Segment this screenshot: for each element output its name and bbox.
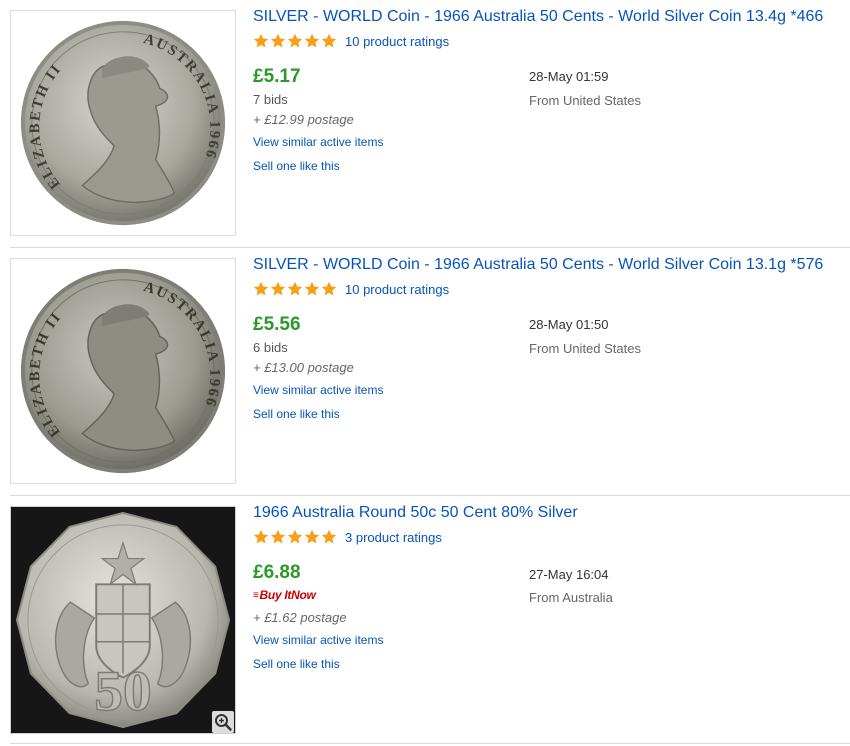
star-icon (304, 33, 320, 48)
end-date: 28-May 01:59 (529, 69, 609, 84)
bid-count: 7 bids (253, 92, 288, 107)
product-ratings-link[interactable]: 10 product ratings (345, 34, 449, 49)
item-location: From United States (529, 341, 641, 356)
sell-one-like-this-link[interactable]: Sell one like this (253, 657, 340, 671)
listing-image-2[interactable]: ELIZABETH II AUSTRALIA 1966 (10, 258, 236, 484)
listing-divider (10, 495, 850, 496)
star-rating[interactable] (253, 529, 337, 545)
coin-obverse-image: ELIZABETH II AUSTRALIA 1966 (20, 20, 226, 226)
star-icon (270, 281, 286, 296)
star-icon (253, 281, 269, 296)
star-rating[interactable] (253, 281, 337, 297)
postage-cost: + £13.00 postage (253, 360, 354, 375)
postage-cost: + £12.99 postage (253, 112, 354, 127)
coin-obverse-image: ELIZABETH II AUSTRALIA 1966 (20, 268, 226, 474)
magnifier-zoom-icon (215, 714, 232, 731)
listing-title-1[interactable]: SILVER - WORLD Coin - 1966 Australia 50 … (253, 8, 823, 26)
view-similar-link[interactable]: View similar active items (253, 135, 383, 149)
star-icon (321, 529, 337, 544)
coin-reverse-image: 50 (11, 507, 235, 733)
star-icon (321, 33, 337, 48)
star-icon (270, 529, 286, 544)
star-icon (321, 281, 337, 296)
bid-count: 6 bids (253, 340, 288, 355)
end-date: 28-May 01:50 (529, 317, 609, 332)
now-label: Now (291, 588, 316, 602)
listing-divider (10, 247, 850, 248)
rating-row-1: 10 product ratings (253, 32, 449, 50)
item-location: From Australia (529, 590, 613, 605)
sell-one-like-this-link[interactable]: Sell one like this (253, 407, 340, 421)
price: £5.17 (253, 66, 301, 87)
star-icon (253, 529, 269, 544)
end-date: 27-May 16:04 (529, 567, 609, 582)
price: £6.88 (253, 562, 301, 583)
view-similar-link[interactable]: View similar active items (253, 633, 383, 647)
star-icon (304, 529, 320, 544)
buy-it-now-icon: ≡ (253, 589, 259, 601)
star-icon (287, 33, 303, 48)
star-icon (253, 33, 269, 48)
coin-denomination: 50 (94, 660, 151, 723)
listing-image-3[interactable]: 50 (10, 506, 236, 734)
rating-row-3: 3 product ratings (253, 528, 442, 546)
listing-title-3[interactable]: 1966 Australia Round 50c 50 Cent 80% Sil… (253, 504, 578, 522)
view-similar-link[interactable]: View similar active items (253, 383, 383, 397)
zoom-button[interactable] (212, 711, 234, 733)
listing-divider (10, 743, 850, 744)
product-ratings-link[interactable]: 10 product ratings (345, 282, 449, 297)
listing-title-2[interactable]: SILVER - WORLD Coin - 1966 Australia 50 … (253, 256, 823, 274)
buy-it-label: Buy It (259, 588, 292, 602)
price: £5.56 (253, 314, 301, 335)
star-icon (287, 281, 303, 296)
product-ratings-link[interactable]: 3 product ratings (345, 530, 442, 545)
buy-it-now-badge: ≡ Buy It Now (253, 588, 316, 602)
star-icon (287, 529, 303, 544)
star-icon (270, 33, 286, 48)
postage-cost: + £1.62 postage (253, 610, 347, 625)
sell-one-like-this-link[interactable]: Sell one like this (253, 159, 340, 173)
listing-image-1[interactable]: ELIZABETH II AUSTRALIA 1966 (10, 10, 236, 236)
star-rating[interactable] (253, 33, 337, 49)
star-icon (304, 281, 320, 296)
rating-row-2: 10 product ratings (253, 280, 449, 298)
item-location: From United States (529, 93, 641, 108)
